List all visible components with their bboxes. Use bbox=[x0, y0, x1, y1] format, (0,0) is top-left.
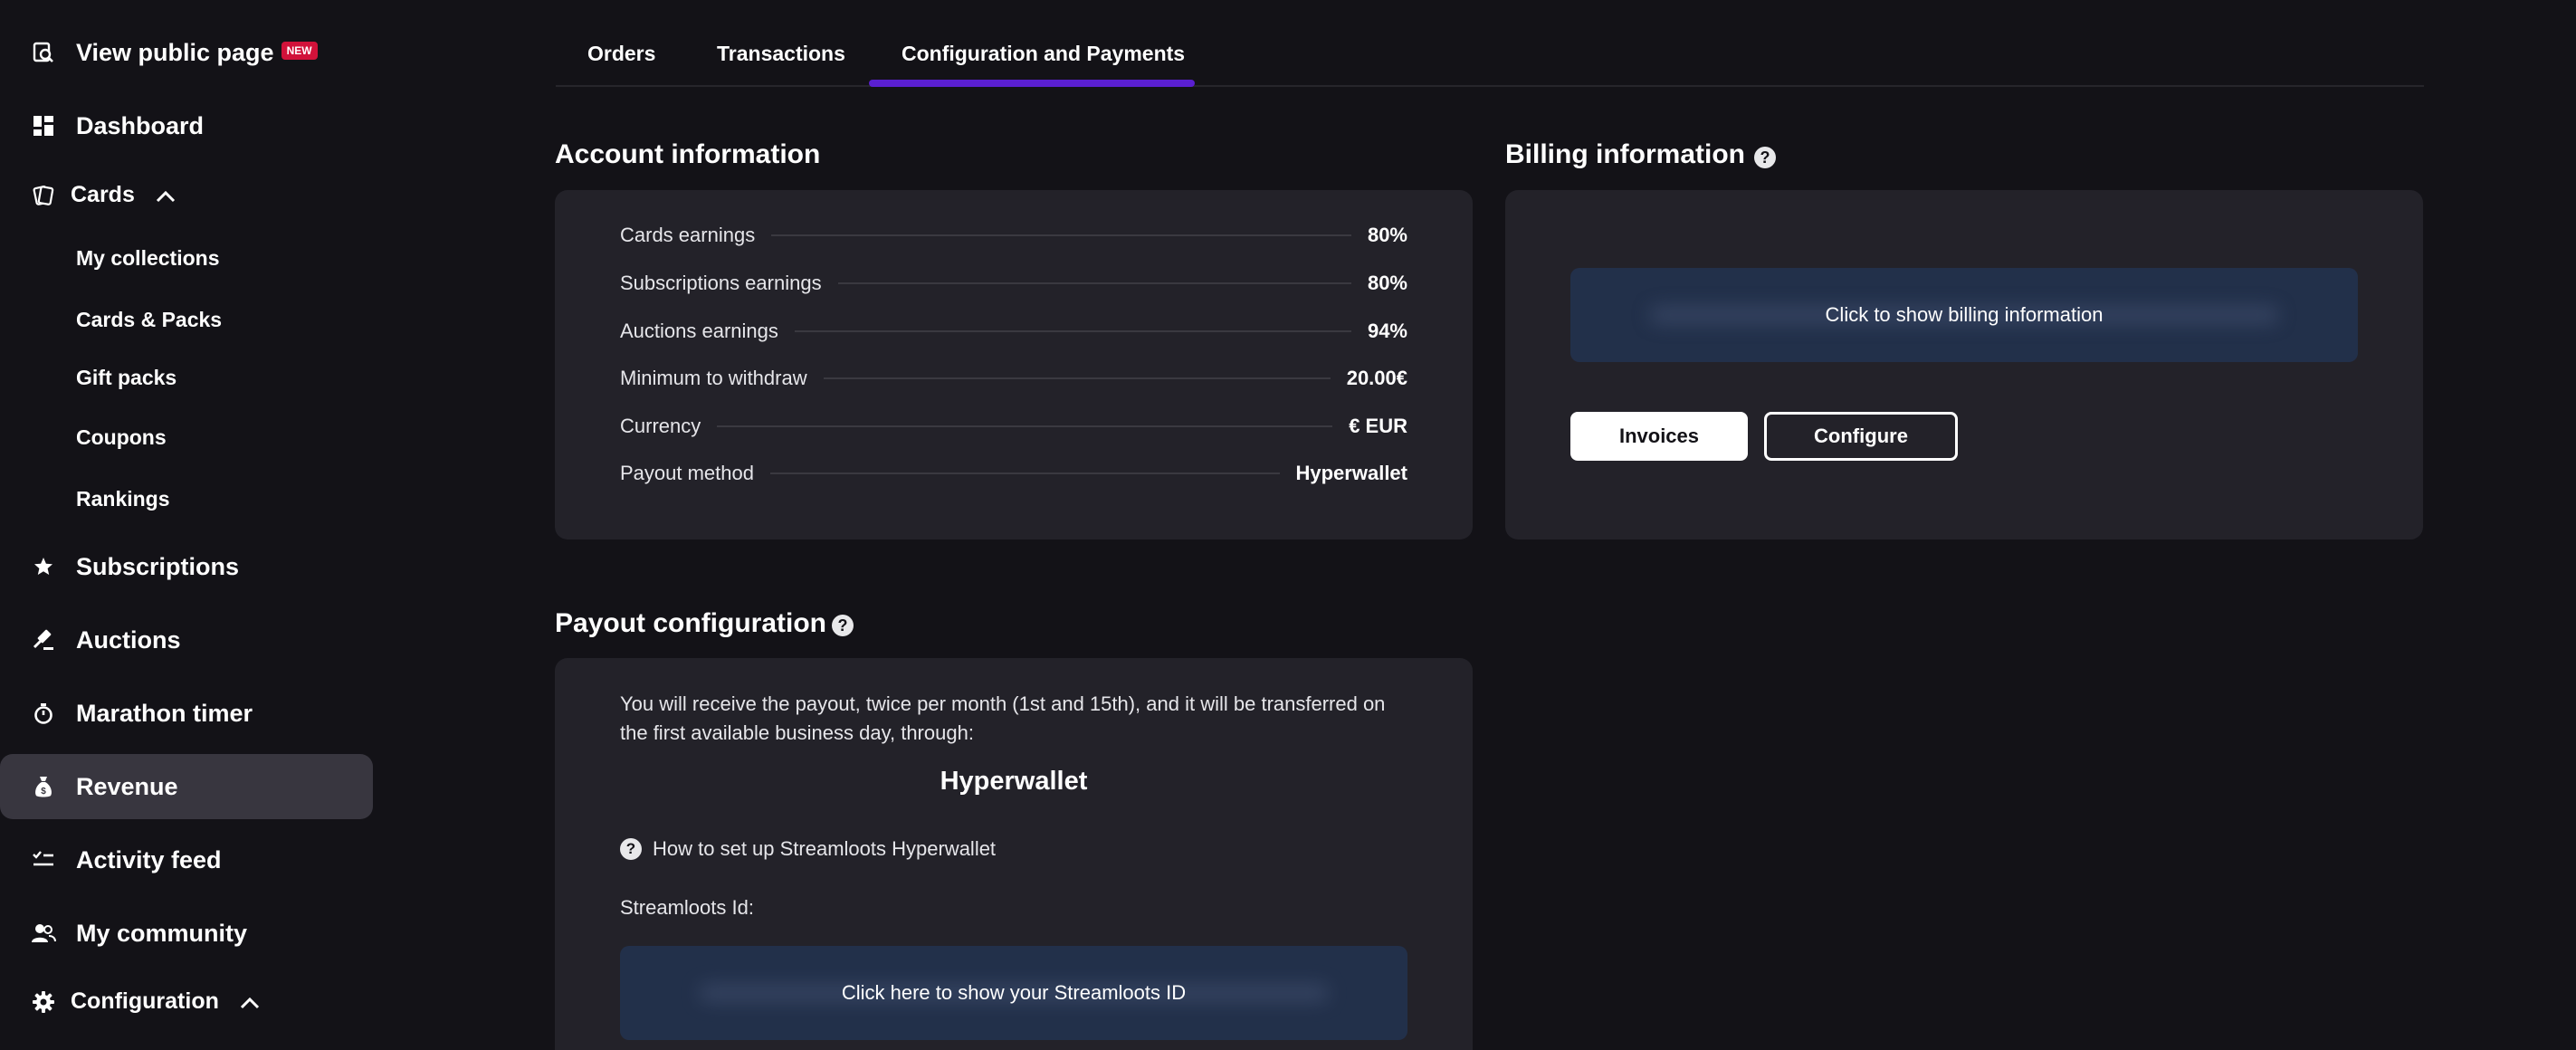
dashboard-icon bbox=[31, 113, 56, 138]
info-value: 94% bbox=[1367, 320, 1407, 342]
sidebar-item-subscriptions[interactable]: Subscriptions bbox=[0, 534, 373, 599]
sidebar-item-label: My community bbox=[76, 919, 248, 947]
sidebar-item-label: Cards bbox=[71, 182, 135, 208]
info-row-subscriptions-earnings: Subscriptions earnings 80% bbox=[620, 269, 1407, 298]
payout-configuration-card: You will receive the payout, twice per m… bbox=[555, 658, 1473, 1050]
info-row-currency: Currency € EUR bbox=[620, 412, 1407, 441]
info-value: 80% bbox=[1367, 272, 1407, 294]
sidebar-item-label: Configuration bbox=[71, 988, 219, 1015]
show-streamloots-id-button[interactable]: Click here to show your Streamloots ID bbox=[620, 946, 1407, 1040]
chevron-up-icon bbox=[156, 183, 176, 209]
star-icon bbox=[31, 554, 56, 579]
streamloots-id-label: Streamloots Id: bbox=[620, 896, 754, 919]
configure-button[interactable]: Configure bbox=[1764, 412, 1958, 461]
sidebar-subitem-rankings[interactable]: Rankings bbox=[76, 487, 170, 511]
account-information-card: Cards earnings 80% Subscriptions earnings… bbox=[555, 190, 1473, 539]
chevron-up-icon bbox=[240, 989, 260, 1016]
sidebar-subitem-cards-packs[interactable]: Cards & Packs bbox=[76, 308, 222, 332]
info-row-auctions-earnings: Auctions earnings 94% bbox=[620, 317, 1407, 346]
account-information-title: Account information bbox=[555, 139, 821, 169]
money-bag-icon: $ bbox=[31, 774, 56, 799]
info-label: Subscriptions earnings bbox=[620, 272, 822, 294]
info-label: Cards earnings bbox=[620, 224, 756, 246]
checklist-icon bbox=[31, 847, 56, 873]
payout-description: You will receive the payout, twice per m… bbox=[620, 692, 1386, 744]
divider-line bbox=[837, 282, 1351, 284]
info-label: Auctions earnings bbox=[620, 320, 778, 342]
info-label: Payout method bbox=[620, 462, 754, 484]
sidebar-item-auctions[interactable]: Auctions bbox=[0, 607, 373, 673]
invoices-button[interactable]: Invoices bbox=[1570, 412, 1748, 461]
info-value: 80% bbox=[1367, 224, 1407, 246]
sidebar-subitem-coupons[interactable]: Coupons bbox=[76, 425, 167, 450]
tab-configuration-and-payments[interactable]: Configuration and Payments bbox=[902, 42, 1185, 66]
stopwatch-icon bbox=[31, 701, 56, 726]
divider-line bbox=[769, 472, 1280, 474]
gavel-icon bbox=[31, 627, 56, 653]
sidebar-item-activity-feed[interactable]: Activity feed bbox=[0, 827, 373, 892]
info-label: Minimum to withdraw bbox=[620, 367, 807, 389]
tab-transactions[interactable]: Transactions bbox=[717, 42, 845, 66]
cards-icon bbox=[31, 183, 56, 208]
info-row-cards-earnings: Cards earnings 80% bbox=[620, 221, 1407, 250]
divider-line bbox=[823, 377, 1331, 379]
people-icon bbox=[31, 921, 56, 946]
howto-hyperwallet-link[interactable]: ? How to set up Streamloots Hyperwallet bbox=[620, 837, 996, 861]
sidebar-item-label: Revenue bbox=[76, 772, 178, 800]
sidebar-item-revenue[interactable]: $ Revenue bbox=[0, 754, 373, 819]
sidebar-item-label: Dashboard bbox=[76, 111, 205, 139]
sidebar-item-my-community[interactable]: My community bbox=[0, 901, 373, 966]
sidebar-item-dashboard[interactable]: Dashboard bbox=[0, 93, 373, 158]
sidebar-subitem-gift-packs[interactable]: Gift packs bbox=[76, 366, 177, 390]
active-tab-indicator bbox=[869, 80, 1195, 87]
divider-line bbox=[717, 425, 1333, 427]
info-label: Currency bbox=[620, 415, 701, 437]
payout-method-name: Hyperwallet bbox=[940, 767, 1088, 796]
help-icon[interactable]: ? bbox=[1754, 147, 1776, 168]
reveal-label: Click here to show your Streamloots ID bbox=[841, 981, 1187, 1004]
payout-configuration-title: Payout configuration bbox=[555, 608, 826, 638]
new-badge: NEW bbox=[281, 42, 318, 61]
question-circle-icon: ? bbox=[620, 838, 642, 860]
sidebar: View public page NEW Dashboard Cards My c… bbox=[0, 0, 380, 1050]
sidebar-item-label: Subscriptions bbox=[76, 552, 240, 580]
sidebar-item-configuration[interactable]: Configuration bbox=[0, 969, 373, 1035]
gear-icon bbox=[31, 989, 56, 1015]
sidebar-item-label: Activity feed bbox=[76, 845, 222, 873]
divider-line bbox=[794, 330, 1351, 332]
sidebar-item-cards[interactable]: Cards bbox=[0, 163, 373, 228]
tab-bar: Orders Transactions Configuration and Pa… bbox=[556, 0, 2424, 87]
info-row-minimum-to-withdraw: Minimum to withdraw 20.00€ bbox=[620, 364, 1407, 393]
tab-orders[interactable]: Orders bbox=[587, 42, 655, 66]
info-value: € EUR bbox=[1349, 415, 1407, 437]
howto-label: How to set up Streamloots Hyperwallet bbox=[653, 837, 997, 860]
sidebar-item-marathon-timer[interactable]: Marathon timer bbox=[0, 681, 373, 746]
show-billing-information-button[interactable]: Click to show billing information bbox=[1570, 268, 2358, 362]
sidebar-item-label: View public page bbox=[76, 38, 274, 66]
sidebar-item-label: Auctions bbox=[76, 625, 181, 654]
sidebar-item-view-public-page[interactable]: View public page NEW bbox=[0, 20, 373, 85]
search-page-icon bbox=[31, 40, 56, 65]
reveal-label: Click to show billing information bbox=[1825, 303, 2104, 326]
svg-text:$: $ bbox=[41, 787, 46, 797]
info-value: Hyperwallet bbox=[1295, 462, 1408, 484]
billing-information-card: Click to show billing information Invoic… bbox=[1505, 190, 2423, 539]
sidebar-item-label: Marathon timer bbox=[76, 699, 253, 727]
billing-information-title: Billing information bbox=[1505, 139, 1745, 169]
info-value: 20.00€ bbox=[1346, 367, 1407, 389]
sidebar-subitem-my-collections[interactable]: My collections bbox=[76, 246, 219, 271]
info-row-payout-method: Payout method Hyperwallet bbox=[620, 459, 1407, 488]
help-icon[interactable]: ? bbox=[832, 615, 854, 636]
divider-line bbox=[771, 234, 1351, 236]
